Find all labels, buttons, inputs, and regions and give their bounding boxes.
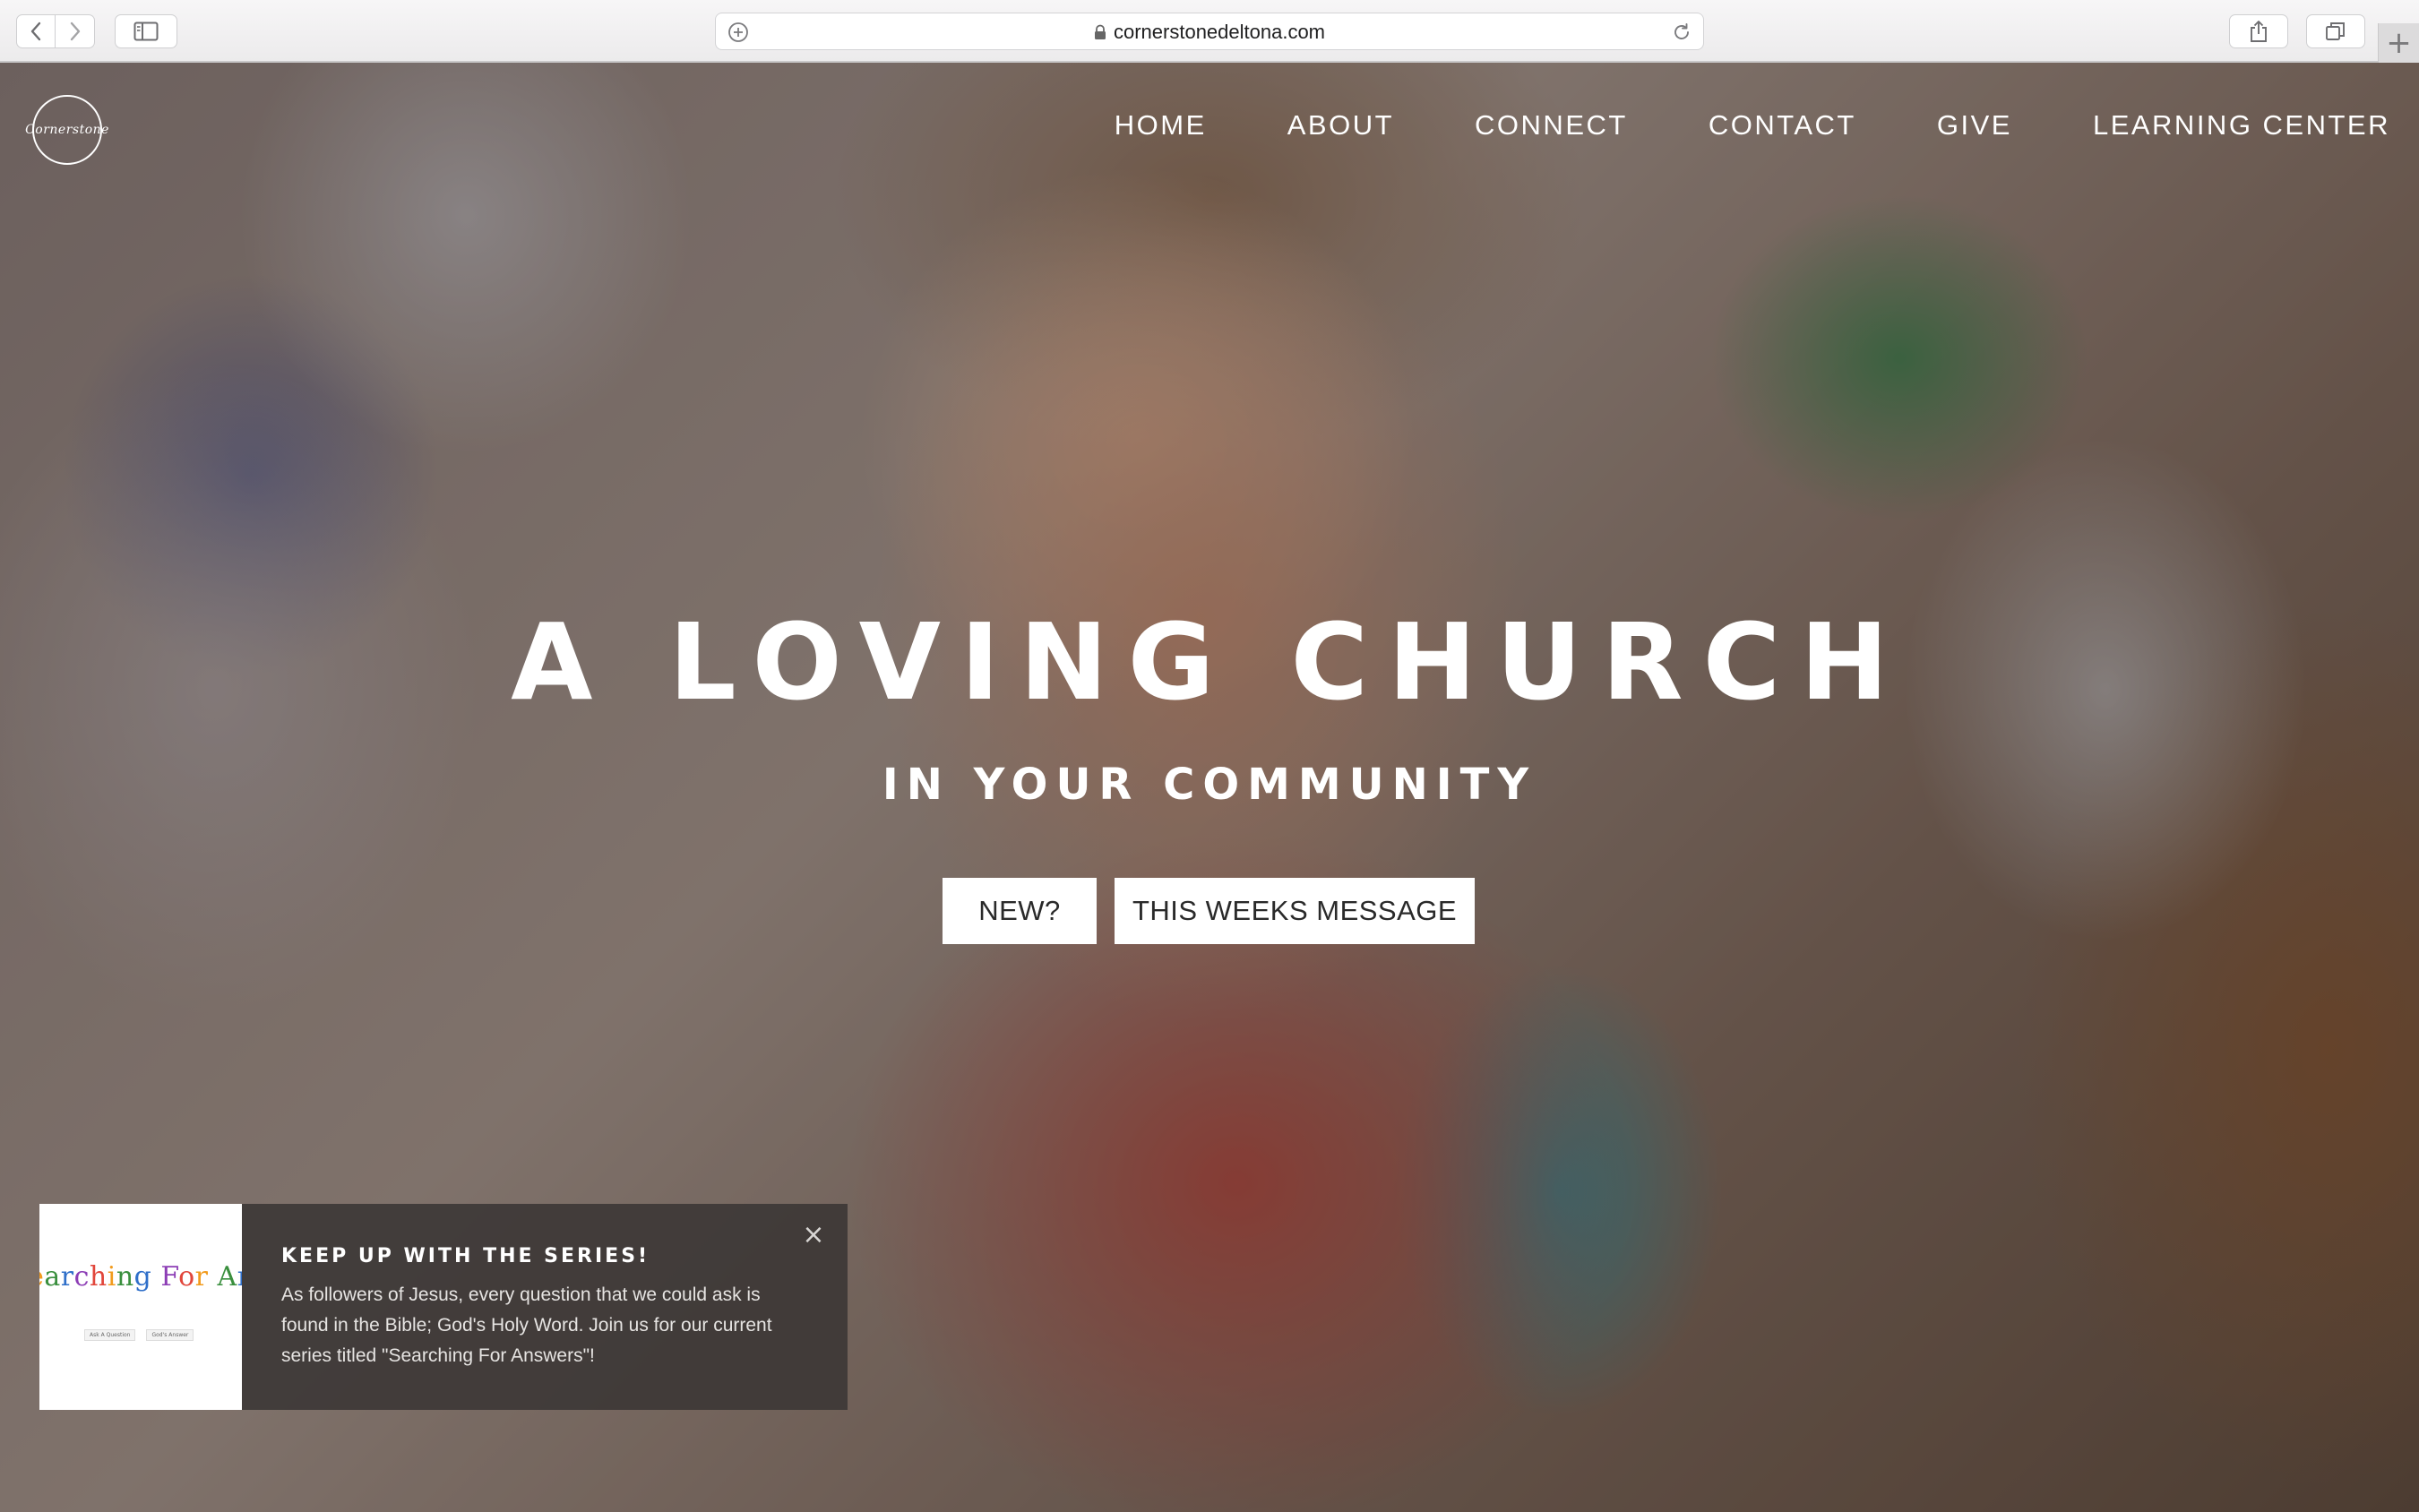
- nav-learning-center[interactable]: LEARNING CENTER: [2093, 109, 2390, 142]
- url-display[interactable]: cornerstonedeltona.com: [716, 13, 1703, 51]
- reload-icon[interactable]: [1669, 20, 1694, 45]
- chevron-right-icon: [70, 21, 80, 41]
- nav-contact[interactable]: CONTACT: [1709, 109, 1856, 142]
- series-thumbnail[interactable]: Searching For Answers Ask A Question God…: [39, 1204, 242, 1410]
- hero-buttons: NEW? THIS WEEKS MESSAGE: [943, 878, 1475, 944]
- hero-section: Cornerstone HOME ABOUT CONNECT CONTACT G…: [0, 63, 2419, 1512]
- nav-about[interactable]: ABOUT: [1287, 109, 1394, 142]
- new-visitor-button[interactable]: NEW?: [943, 878, 1097, 944]
- back-button[interactable]: [16, 14, 56, 48]
- tabs-icon: [2326, 22, 2345, 40]
- tabs-button[interactable]: [2306, 14, 2365, 48]
- thumbnail-title: Searching For Answers: [39, 1261, 242, 1293]
- site-logo[interactable]: Cornerstone: [25, 95, 108, 165]
- nav-connect[interactable]: CONNECT: [1475, 109, 1628, 142]
- sidebar-button[interactable]: [115, 14, 177, 48]
- address-bar[interactable]: cornerstonedeltona.com: [715, 13, 1704, 50]
- new-tab-button[interactable]: +: [2378, 23, 2419, 63]
- chevron-left-icon: [30, 21, 41, 41]
- hero-title: A LOVING CHURCH: [511, 600, 1908, 724]
- share-icon: [2251, 21, 2267, 42]
- thumbnail-buttons: Ask A Question God's Answer: [84, 1329, 194, 1341]
- plus-icon: +: [2386, 25, 2412, 61]
- nav-home[interactable]: HOME: [1115, 109, 1207, 142]
- series-popup: Searching For Answers Ask A Question God…: [39, 1204, 848, 1410]
- close-icon[interactable]: ×: [799, 1219, 828, 1250]
- url-text: cornerstonedeltona.com: [1113, 21, 1326, 43]
- hero-subtitle: IN YOUR COMMUNITY: [882, 760, 1537, 810]
- this-weeks-message-button[interactable]: THIS WEEKS MESSAGE: [1115, 878, 1475, 944]
- share-button[interactable]: [2229, 14, 2288, 48]
- popup-heading: KEEP UP WITH THE SERIES!: [281, 1245, 650, 1267]
- popup-content: KEEP UP WITH THE SERIES! As followers of…: [242, 1204, 848, 1410]
- popup-text: As followers of Jesus, every question th…: [281, 1284, 772, 1366]
- lock-icon: [1094, 24, 1106, 40]
- thumbnail-button-answer: God's Answer: [146, 1329, 194, 1341]
- main-nav: HOME ABOUT CONNECT CONTACT GIVE LEARNING…: [1115, 109, 2390, 142]
- forward-button[interactable]: [56, 14, 95, 48]
- sidebar-icon: [133, 21, 159, 41]
- thumbnail-button-ask: Ask A Question: [84, 1329, 136, 1341]
- nav-give[interactable]: GIVE: [1937, 109, 2012, 142]
- logo-text: Cornerstone: [25, 123, 109, 137]
- browser-toolbar: cornerstonedeltona.com +: [0, 0, 2419, 63]
